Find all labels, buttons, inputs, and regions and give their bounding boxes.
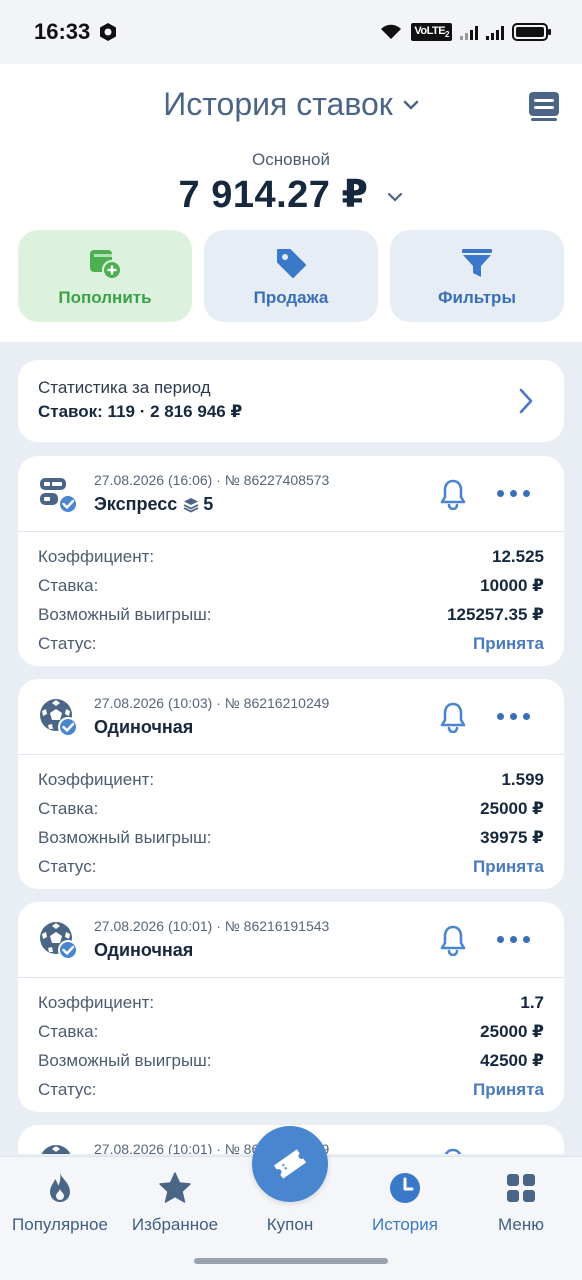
chevron-down-icon [388,192,403,202]
volte-badge: VoLTE2 [411,22,452,42]
coef-value: 1.599 [501,769,544,789]
payout-row: Возможный выигрыш: 39975 ₽ [38,827,544,847]
sell-label: Продажа [253,288,329,307]
chevron-right-icon [519,388,533,414]
shield-status-icon [100,23,117,41]
sell-button[interactable]: Продажа [204,230,378,322]
more-options-icon[interactable] [497,490,530,497]
nav-popular[interactable]: Популярное [2,1171,118,1235]
bet-card[interactable]: 27.08.2026 (10:03) · № 86216210249 Одино… [18,679,564,889]
chevron-down-icon [403,100,418,110]
period-stats-card[interactable]: Статистика за период Ставок: 119 · 2 816… [18,360,564,442]
status-row: Статус: Принята [38,856,544,876]
payout-value: 42500 ₽ [480,1050,544,1070]
express-bet-icon [40,478,78,514]
coef-value: 12.525 [492,546,544,566]
status-time: 16:33 [34,19,91,44]
coef-value: 1.7 [520,992,544,1012]
action-buttons: Пополнить Продажа Фильтры [18,230,564,322]
fire-icon [50,1173,70,1202]
single-bet-ball-icon [40,922,78,960]
stake-row: Ставка: 10000 ₽ [38,575,544,595]
nav-history-label: История [372,1215,438,1234]
battery-icon [512,23,551,41]
signal-icon-2 [486,24,504,40]
card-menu-icon[interactable] [526,88,562,124]
status-value: Принята [472,633,544,653]
filters-label: Фильтры [438,288,516,307]
nav-coupon-label: Купон [266,1215,314,1234]
nav-menu[interactable]: Меню [463,1171,579,1235]
wallet-plus-icon [90,250,122,280]
coef-row: Коэффициент: 12.525 [38,546,544,566]
status-row: Статус: Принята [38,1079,544,1099]
status-bar: 16:33 VoLTE2 [0,0,582,64]
wifi-icon [381,24,402,39]
balance-label: Основной [252,150,330,169]
ticket-icon [273,1149,307,1179]
grid-icon [507,1174,535,1202]
payout-value: 125257.35 ₽ [447,604,544,624]
deposit-button[interactable]: Пополнить [18,230,192,322]
bet-card[interactable]: 27.08.2026 (16:06) · № 86227408573 Экспр… [18,456,564,666]
stake-row: Ставка: 25000 ₽ [38,1021,544,1041]
status-row: Статус: Принята [38,633,544,653]
bet-type: Одиночная [94,940,194,960]
bell-icon[interactable] [438,924,468,956]
layers-icon [183,497,199,513]
bell-icon[interactable] [438,701,468,733]
stake-value: 10000 ₽ [480,575,544,595]
nav-popular-label: Популярное [12,1215,108,1234]
status-value: Принята [472,856,544,876]
coef-row: Коэффициент: 1.599 [38,769,544,789]
stake-row: Ставка: 25000 ₽ [38,798,544,818]
bet-meta: 27.08.2026 (10:01) · № 86216191543 [94,918,330,934]
deposit-label: Пополнить [58,288,152,307]
payout-value: 39975 ₽ [480,827,544,847]
nav-favorites-label: Избранное [131,1215,219,1234]
bet-type: Экспресс [94,494,178,514]
stake-value: 25000 ₽ [480,1021,544,1041]
stats-summary: Ставок: 119 · 2 816 946 ₽ [38,402,243,421]
more-options-icon[interactable] [497,713,530,720]
bet-meta: 27.08.2026 (10:03) · № 86216210249 [94,695,330,711]
page-title-dropdown[interactable]: История ставок [163,86,419,123]
payout-row: Возможный выигрыш: 42500 ₽ [38,1050,544,1070]
stats-title: Статистика за период [38,378,211,397]
star-icon [159,1172,191,1203]
nav-favorites[interactable]: Избранное [117,1171,233,1235]
balance-amount: 7 914.27 ₽ [178,174,369,216]
home-indicator[interactable] [194,1258,388,1264]
single-bet-ball-icon [40,699,78,737]
signal-icon [460,24,478,40]
balance-selector[interactable]: 7 914.27 ₽ [0,172,582,217]
page-title: История ставок [163,86,393,122]
stake-value: 25000 ₽ [480,798,544,818]
bet-card[interactable]: 27.08.2026 (10:01) · № 86216191543 Одино… [18,902,564,1112]
single-bet-ball-icon [41,1145,71,1154]
bet-history-list: Статистика за период Ставок: 119 · 2 816… [0,342,582,1154]
event-count: 5 [203,494,214,514]
payout-row: Возможный выигрыш: 125257.35 ₽ [38,604,544,624]
bet-type: Одиночная [94,717,194,737]
nav-history[interactable]: История [347,1171,463,1235]
bell-icon[interactable] [438,478,468,510]
clock-icon [390,1173,420,1203]
coupon-button[interactable] [252,1126,328,1202]
status-value: Принята [472,1079,544,1099]
nav-menu-label: Меню [498,1215,544,1234]
coef-row: Коэффициент: 1.7 [38,992,544,1012]
funnel-icon [462,249,492,277]
tag-icon [277,249,306,278]
bet-meta: 27.08.2026 (16:06) · № 86227408573 [94,472,330,488]
more-options-icon[interactable] [497,936,530,943]
bell-icon[interactable] [438,1147,468,1154]
filters-button[interactable]: Фильтры [390,230,564,322]
header: История ставок Основной 7 914.27 ₽ Попол… [0,64,582,342]
